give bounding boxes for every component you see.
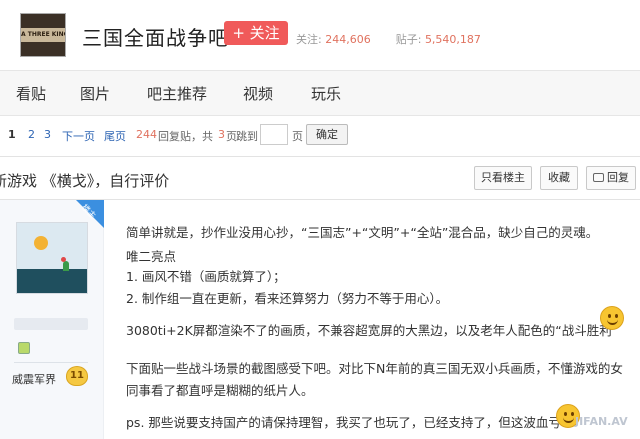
logo-text: A THREE KINGDOMS bbox=[21, 31, 65, 38]
reply-icon bbox=[593, 173, 604, 182]
member-badge-icon bbox=[18, 342, 30, 354]
page-2-link[interactable]: 2 bbox=[28, 128, 35, 141]
page-unit-label: 页 bbox=[292, 130, 303, 143]
post-line: 1. 画风不错（画质就算了）； bbox=[126, 269, 286, 284]
forum-name[interactable]: 三国全面战争吧 bbox=[82, 22, 229, 51]
post-line: 3080ti+2K屏都渲染不了的画质，不兼容超宽屏的大黑边，以及老年人配色的“战… bbox=[126, 323, 619, 338]
post-line: 下面贴一些战斗场景的截图感受下吧。对比下N年前的真三国无双小兵画质，不懂游戏的女 bbox=[126, 361, 623, 376]
thread-title-bar: 新游戏 《横戈》，自行评价 只看楼主 收藏 回复 bbox=[0, 156, 640, 200]
tab-posts[interactable]: 看贴 bbox=[16, 83, 46, 104]
thread-title: 新游戏 《横戈》，自行评价 bbox=[0, 172, 170, 190]
last-page-link[interactable]: 尾页 bbox=[104, 128, 126, 144]
author-name[interactable]: 威震军界 bbox=[12, 371, 56, 387]
total-pages: 3 bbox=[218, 128, 225, 141]
post-line: 同事看了都直呼是糊糊的纸片人。 bbox=[126, 383, 314, 398]
page-jump-input[interactable] bbox=[260, 124, 288, 145]
author-panel: 威震军界 11 bbox=[0, 200, 104, 439]
tab-fun[interactable]: 玩乐 bbox=[311, 83, 341, 104]
tab-images[interactable]: 图片 bbox=[80, 83, 110, 104]
jump-label: 跳到 bbox=[236, 130, 258, 143]
post-line: 唯二亮点 bbox=[126, 249, 177, 264]
reply-button-label: 回复 bbox=[607, 171, 629, 184]
post-count: 5,540,187 bbox=[424, 33, 481, 46]
tab-recommended[interactable]: 吧主推荐 bbox=[147, 83, 207, 104]
author-info-bar bbox=[14, 318, 88, 330]
follow-count: 244,606 bbox=[325, 33, 371, 46]
forum-nav: 看贴 图片 吧主推荐 视频 玩乐 bbox=[0, 70, 640, 116]
page-current: 1 bbox=[8, 128, 16, 141]
avatar[interactable] bbox=[16, 222, 88, 294]
author-divider bbox=[14, 362, 88, 363]
follow-count-label: 关注: bbox=[296, 33, 322, 46]
post-line: ps. 那些说要支持国产的请保持理智，我买了也玩了，已经支持了，但这波血亏 bbox=[126, 415, 561, 430]
page-jump-confirm-button[interactable]: 确定 bbox=[306, 124, 348, 145]
reply-count: 244 bbox=[136, 128, 157, 141]
next-page-link[interactable]: 下一页 bbox=[62, 128, 95, 144]
watermark: JIFAN.AV bbox=[575, 415, 628, 428]
follow-button[interactable]: + 关注 bbox=[224, 21, 288, 45]
post-count-label: 贴子: bbox=[395, 33, 422, 46]
reply-button[interactable]: 回复 bbox=[586, 166, 636, 190]
forum-logo[interactable]: A THREE KINGDOMS bbox=[20, 13, 66, 57]
forum-stats: 关注: 244,606 贴子: 5,540,187 bbox=[296, 31, 481, 47]
page-3-link[interactable]: 3 bbox=[44, 128, 51, 141]
smile-emoji-icon bbox=[600, 306, 624, 330]
post-line: 2. 制作组一直在更新，看来还算努力（努力不等于用心）。 bbox=[126, 291, 449, 306]
forum-header: A THREE KINGDOMS 三国全面战争吧 + 关注 关注: 244,60… bbox=[0, 0, 640, 70]
tab-videos[interactable]: 视频 bbox=[243, 83, 273, 104]
post-line: 简单讲就是，抄作业没用心抄，“三国志”+“文明”+“全站”混合品，缺少自己的灵魂… bbox=[126, 225, 599, 240]
only-op-button[interactable]: 只看楼主 bbox=[474, 166, 532, 190]
favorite-button[interactable]: 收藏 bbox=[540, 166, 578, 190]
reply-count-label: 回复贴，共 bbox=[158, 130, 213, 143]
level-badge: 11 bbox=[66, 366, 88, 386]
